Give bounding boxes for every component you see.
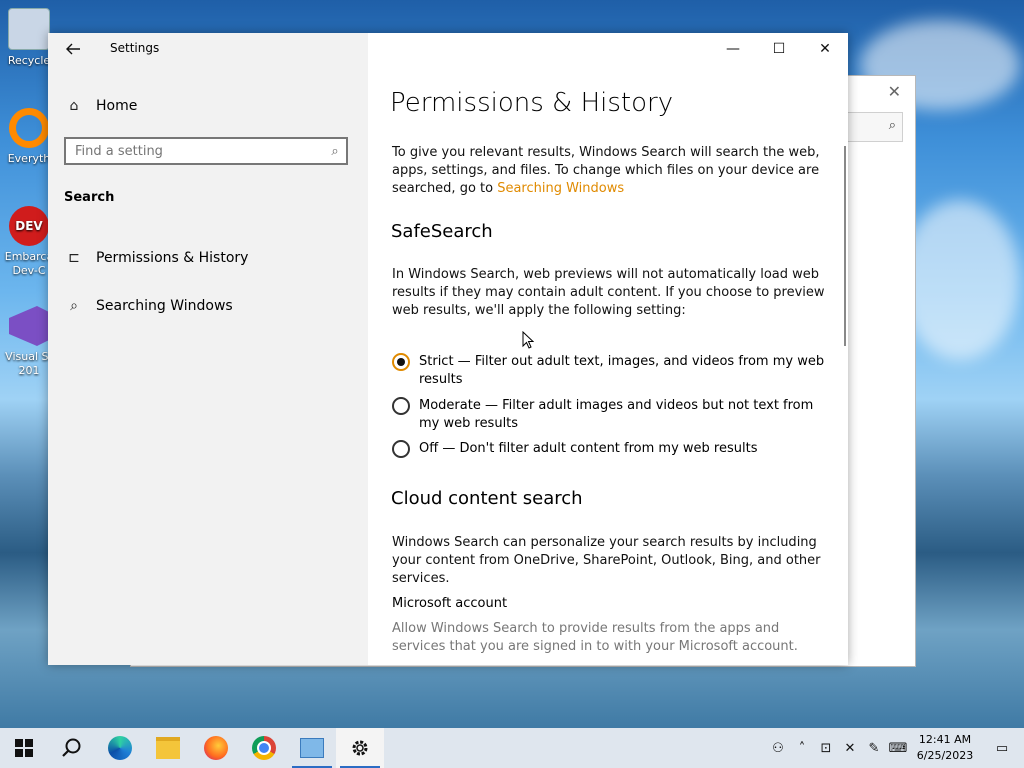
search-input[interactable] [66,142,324,160]
safesearch-description: In Windows Search, web previews will not… [392,267,825,318]
start-button[interactable] [0,728,48,768]
minimize-button[interactable]: — [710,33,756,65]
search-icon: ⌕ [70,298,78,314]
cloud-search-description: Windows Search can personalize your sear… [392,535,821,586]
maximize-button[interactable]: ☐ [756,33,802,65]
find-setting-search[interactable]: ⌕ [64,137,348,165]
taskbar-search-button[interactable] [48,728,96,768]
control-panel-icon [300,738,324,758]
visual-studio-icon [9,306,49,346]
taskbar-settings[interactable] [336,728,384,768]
intro-text: To give you relevant results, Windows Se… [392,145,820,196]
radio-label: Moderate — Filter adult images and video… [419,398,814,431]
taskbar-firefox[interactable] [192,728,240,768]
history-icon: ⊏ [68,250,80,266]
pen-icon[interactable]: ✎ [862,728,886,768]
sidebar: Settings ⌂ Home ⌕ Search ⊏ Permissions &… [48,33,368,665]
radio-option-off[interactable]: Off — Don't filter adult content from my… [392,440,830,458]
sidebar-item-label: Searching Windows [96,298,233,314]
action-center-icon[interactable]: ▭ [980,728,1024,768]
settings-window: Settings ⌂ Home ⌕ Search ⊏ Permissions &… [48,33,848,665]
radio-option-moderate[interactable]: Moderate — Filter adult images and video… [392,397,830,433]
radio-button[interactable] [392,397,410,415]
window-controls: — ☐ ✕ [710,33,848,65]
searching-windows-link[interactable]: Searching Windows [497,181,624,196]
cloud-decoration [900,200,1020,360]
microsoft-account-label: Microsoft account [392,596,508,611]
clock[interactable]: 12:41 AM 6/25/2023 [910,732,980,764]
radio-button[interactable] [392,353,410,371]
chrome-icon [252,736,276,760]
search-icon [62,738,81,757]
cloud-search-heading: Cloud content search [391,488,583,509]
volume-muted-icon[interactable]: ✕ [838,728,862,768]
minimize-icon: — [726,41,740,57]
firefox-icon [204,736,228,760]
sidebar-item-permissions-history[interactable]: ⊏ Permissions & History [64,241,354,275]
microsoft-account-description: Allow Windows Search to provide results … [392,621,798,654]
radio-button[interactable] [392,440,410,458]
back-arrow-icon [66,43,80,55]
close-icon[interactable]: ✕ [888,82,901,101]
windows-logo-icon [15,739,33,757]
chevron-up-icon[interactable]: ˄ [790,728,814,768]
sidebar-item-label: Home [96,98,138,114]
dev-cpp-icon: DEV [9,206,49,246]
home-icon: ⌂ [69,98,79,114]
radio-option-strict[interactable]: Strict — Filter out adult text, images, … [392,353,830,389]
maximize-icon: ☐ [772,41,786,57]
people-icon[interactable]: ⚇ [766,728,790,768]
sidebar-item-home[interactable]: ⌂ Home [64,89,354,123]
taskbar-control-panel[interactable] [288,728,336,768]
network-icon[interactable]: ⊡ [814,728,838,768]
everything-magnifier-icon [9,108,49,148]
sidebar-item-searching-windows[interactable]: ⌕ Searching Windows [64,289,354,323]
recycle-bin-icon [8,8,50,50]
background-search-box[interactable]: ⌕ [841,112,903,142]
edge-icon [108,736,132,760]
folder-icon [156,737,180,759]
safesearch-heading: SafeSearch [391,221,493,242]
gear-icon [352,740,368,756]
taskbar: ⚇ ˄ ⊡ ✕ ✎ ⌨ 12:41 AM 6/25/2023 ▭ [0,728,1024,768]
sidebar-section-title: Search [64,190,115,205]
close-button[interactable]: ✕ [802,33,848,65]
taskbar-chrome[interactable] [240,728,288,768]
page-title: Permissions & History [390,88,674,118]
radio-label: Strict — Filter out adult text, images, … [419,354,825,387]
taskbar-file-explorer[interactable] [144,728,192,768]
clock-time: 12:41 AM [918,733,972,746]
back-button[interactable] [62,39,84,59]
close-icon: ✕ [819,41,831,57]
window-title: Settings [110,41,160,55]
sidebar-item-label: Permissions & History [96,250,249,266]
scrollbar[interactable] [844,146,846,346]
taskbar-edge[interactable] [96,728,144,768]
keyboard-icon[interactable]: ⌨ [886,728,910,768]
search-icon[interactable]: ⌕ [324,144,346,159]
clock-date: 6/25/2023 [916,749,974,762]
radio-label: Off — Don't filter adult content from my… [419,441,758,456]
pointer-icon [522,330,535,349]
search-icon: ⌕ [888,118,896,133]
system-tray: ⚇ ˄ ⊡ ✕ ✎ ⌨ 12:41 AM 6/25/2023 ▭ [766,728,1024,768]
